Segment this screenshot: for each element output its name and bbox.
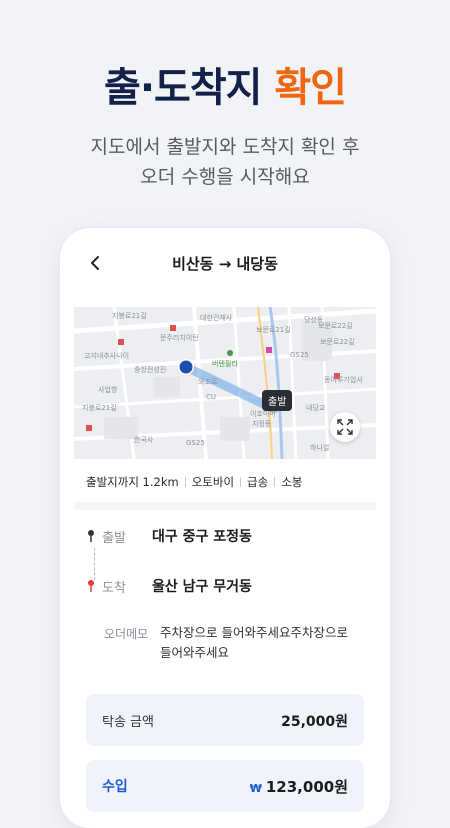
map-label: 고지내추사나이 <box>84 352 130 360</box>
section-divider <box>74 502 376 510</box>
separator <box>274 477 276 487</box>
map-label: 보문로22길 <box>320 338 355 346</box>
subline-line-1: 지도에서 출발지와 도착지 확인 후 <box>90 136 360 158</box>
headline-accent: 확인 <box>274 65 347 111</box>
size-text: 소봉 <box>281 475 303 489</box>
subline-line-2: 오더 수행을 시작해요 <box>140 166 310 188</box>
income-card: 수입 ₩123,000원 <box>86 760 364 812</box>
top-bar: 비산동 → 내당동 <box>74 240 376 286</box>
route-map[interactable]: 지봉로21길 대한건재사 보문로21길 보문로22길 고지내추사나이 문주리치이… <box>74 307 376 459</box>
headline: 출·도착지 확인 <box>0 62 450 114</box>
separator <box>184 477 186 487</box>
map-label: GS25 <box>186 439 205 447</box>
won-icon: ₩ <box>249 782 262 795</box>
separator <box>240 477 242 487</box>
map-label: 버텐필라 <box>212 360 238 368</box>
expand-icon <box>337 419 353 435</box>
map-label: 중앙전성진 <box>134 366 167 374</box>
end-address: 울산 남구 무거동 <box>152 579 252 595</box>
map-label: 지봉로21길 <box>112 312 147 320</box>
map-label: 사업향 <box>98 386 118 394</box>
map-label: 한국사 <box>134 436 154 444</box>
income-amount: ₩123,000원 <box>250 776 348 797</box>
map-label: GS25 <box>290 351 309 359</box>
fare-card: 탁송 금액 25,000원 <box>86 694 364 746</box>
map-label: 보문로22길 <box>318 322 353 330</box>
app-screen: 비산동 → 내당동 지봉로21길 대한건재사 보문로21길 보문로22길 고지내… <box>74 240 376 820</box>
map-label: 대한건재사 <box>200 314 233 322</box>
expand-map-button[interactable] <box>330 412 360 442</box>
fare-value: 25,000원 <box>281 714 348 730</box>
map-label: CU <box>206 393 217 401</box>
memo-text: 주차장으로 들어와주세요주차장으로 들어와주세요 <box>160 625 348 660</box>
start-address: 대구 중구 포정동 <box>152 529 252 545</box>
headline-main: 출·도착지 <box>104 65 275 111</box>
fare-label: 탁송 금액 <box>102 715 154 730</box>
map-label: 내당교 <box>306 404 326 412</box>
start-pin[interactable]: 출발 <box>262 390 293 411</box>
map-label: 문주리치이탄 <box>160 334 199 342</box>
speed-text: 급송 <box>247 475 269 489</box>
vehicle-text: 오토바이 <box>191 475 235 489</box>
end-row: 도착 울산 남구 무거동 <box>86 576 366 596</box>
map-label: 와조로 <box>198 378 218 386</box>
end-marker-icon <box>86 579 96 593</box>
route-title: 비산동 → 내당동 <box>172 255 278 273</box>
map-label: 지정동 <box>252 420 272 428</box>
end-label: 도착 <box>102 580 126 596</box>
start-row: 출발 대구 중구 포정동 <box>86 526 366 546</box>
map-label: 동아루기업사 <box>324 376 363 384</box>
map-label: 보문로21길 <box>256 326 291 334</box>
order-info-bar: 출발지까지 1.2km 오토바이 급송 소봉 <box>86 474 376 490</box>
income-label: 수입 <box>102 779 128 795</box>
map-label: 하나얼 <box>310 444 330 452</box>
income-value: 123,000원 <box>265 778 348 796</box>
subline: 지도에서 출발지와 도착지 확인 후 오더 수행을 시작해요 <box>0 132 450 192</box>
map-label: 지봉로21길 <box>82 404 117 412</box>
memo-label: 오더메모 <box>104 627 149 641</box>
start-marker-icon <box>86 529 96 543</box>
distance-text: 출발지까지 1.2km <box>86 475 179 489</box>
start-label: 출발 <box>102 530 126 546</box>
